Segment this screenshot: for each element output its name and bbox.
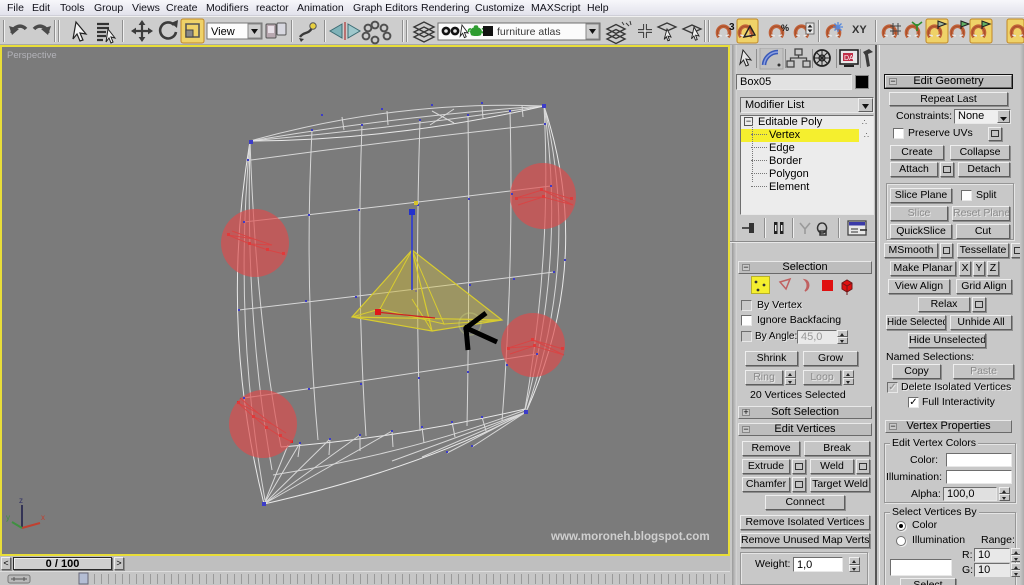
svg-text:%: % [781,23,789,33]
svg-text:XY: XY [852,24,867,36]
svg-text:furniture atlas: furniture atlas [497,26,561,38]
svg-text:View: View [211,26,235,38]
svg-text:y: y [6,513,10,522]
svg-text:x: x [41,513,45,522]
svg-text:www.moroneh.blogspot.com: www.moroneh.blogspot.com [550,530,710,543]
svg-text:z: z [19,496,23,505]
svg-text:DA: DA [844,55,854,62]
svg-text:3: 3 [729,22,735,33]
